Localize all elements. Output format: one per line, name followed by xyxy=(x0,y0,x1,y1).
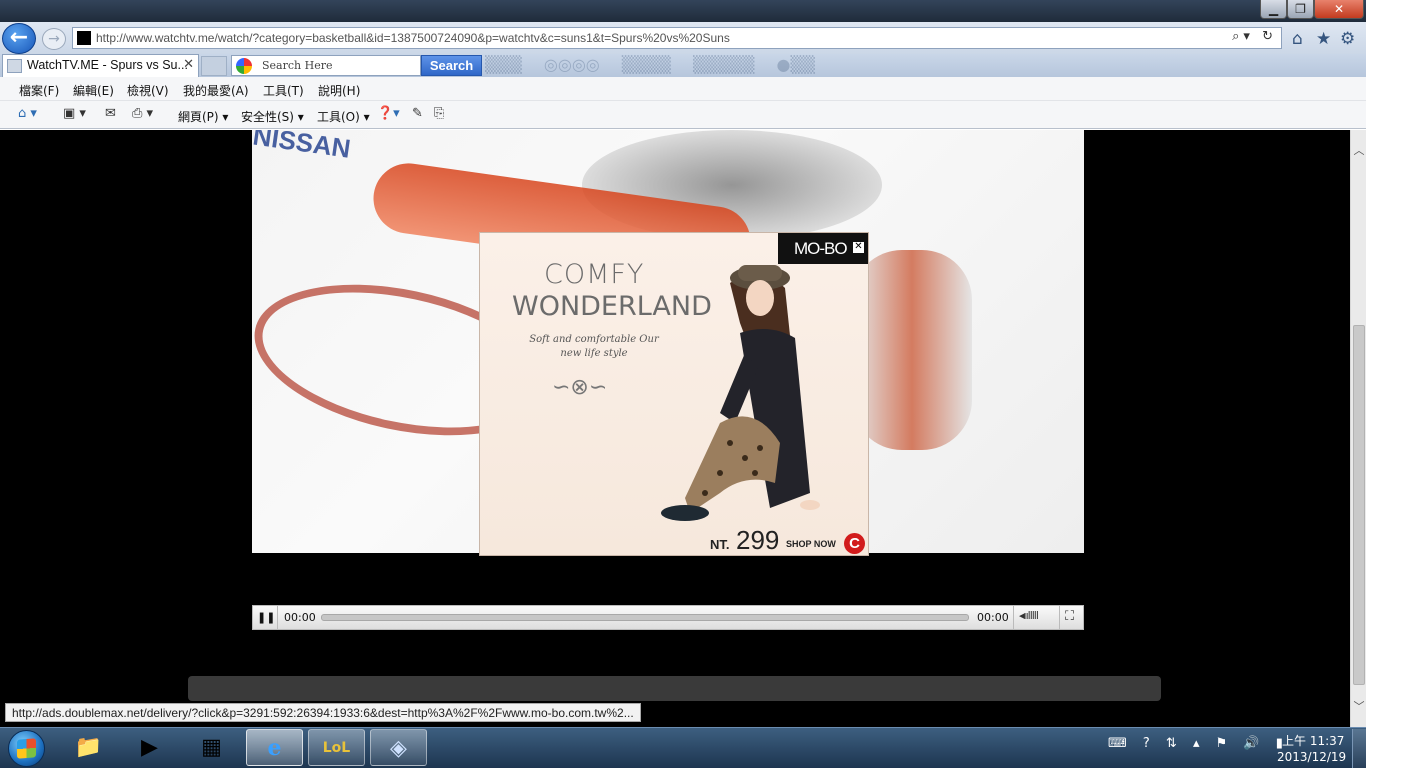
ad-shop-now-link[interactable]: SHOP NOW xyxy=(786,539,836,549)
media-player-taskbar-icon[interactable]: ▶ xyxy=(121,729,178,766)
address-bar[interactable]: http://www.watchtv.me/watch/?category=ba… xyxy=(72,27,1282,49)
faded-link-icon: ▒▒▒▒▒ xyxy=(692,55,755,74)
internet-explorer-taskbar-icon[interactable]: e xyxy=(246,729,303,766)
page-menu-label: 網頁(P) xyxy=(178,110,219,124)
pause-icon[interactable]: ❚❚ xyxy=(257,610,275,626)
google-logo-faded-icon: ◎◎◎◎ xyxy=(543,55,600,74)
ad-flourish-icon: ∽⊗∽ xyxy=(552,375,608,400)
desktop-edge xyxy=(1366,0,1417,768)
home-icon[interactable]: ⌂ xyxy=(1292,29,1303,49)
show-desktop-button[interactable] xyxy=(1352,729,1366,768)
toolbar-faded-links: ▒▒▒ ◎◎◎◎ ▒▒▒▒ ▒▒▒▒▒ ●▒▒ xyxy=(485,55,965,77)
menu-edit[interactable]: 編輯(E) xyxy=(73,82,114,99)
help-icon[interactable]: ❓▾ xyxy=(377,106,400,121)
ad-tagline: Soft and comfortable Our new life style xyxy=(529,334,659,359)
status-link-url: http://ads.doublemax.net/delivery/?click… xyxy=(5,703,641,722)
back-button[interactable]: ← xyxy=(2,23,36,54)
explorer-taskbar-icon[interactable]: 📁 xyxy=(60,729,117,766)
menu-help[interactable]: 說明(H) xyxy=(318,82,360,99)
tab-close-icon[interactable]: ✕ xyxy=(183,57,194,72)
rss-feed-icon[interactable]: ▣ ▾ xyxy=(63,106,86,121)
forward-button[interactable]: → xyxy=(42,28,66,50)
tools-menu-label: 工具(O) xyxy=(317,110,360,124)
video-frame-logo: NISSAN xyxy=(252,130,353,164)
scroll-down-icon[interactable]: ﹀ xyxy=(1351,698,1367,714)
app2-taskbar-icon[interactable]: ◈ xyxy=(370,729,427,766)
home-command-icon[interactable]: ⌂ ▾ xyxy=(18,106,37,121)
volume-icon[interactable]: ◂ıılllll xyxy=(1019,609,1039,622)
control-divider xyxy=(1013,606,1014,629)
faded-link-icon: ●▒▒ xyxy=(776,55,816,74)
system-tray-icons[interactable]: ⌨ ? ⇅ ▴ ⚑ 🔊 ▮ xyxy=(1108,736,1289,751)
ad-c-logo-icon: C xyxy=(844,533,865,554)
search-button[interactable]: Search xyxy=(421,55,482,76)
clock-time[interactable]: 上午 11:37 xyxy=(1282,732,1344,749)
windows-logo-icon xyxy=(17,738,36,759)
site-favicon-icon xyxy=(77,31,91,45)
translate-icon[interactable]: ⎘ xyxy=(434,106,444,121)
tools-menu[interactable]: 工具(O) ▾ xyxy=(317,108,370,125)
ad-model-image xyxy=(661,265,820,521)
menu-view[interactable]: 檢視(V) xyxy=(127,82,169,99)
close-window-button[interactable]: ✕ xyxy=(1314,0,1364,19)
clock-date[interactable]: 2013/12/19 xyxy=(1277,750,1346,764)
page-menu[interactable]: 網頁(P) ▾ xyxy=(178,108,228,125)
fullscreen-icon[interactable]: ⛶ xyxy=(1065,609,1074,624)
video-frame-shape xyxy=(852,250,972,450)
scroll-up-icon[interactable]: ︿ xyxy=(1351,142,1367,158)
favorites-star-icon[interactable]: ★ xyxy=(1316,29,1331,49)
ad-price-prefix: NT. xyxy=(710,537,730,552)
mail-icon[interactable]: ✉ xyxy=(105,106,116,121)
faded-link-icon: ▒▒▒▒ xyxy=(621,55,671,74)
screen: ▁ ❐ ✕ ← → http://www.watchtv.me/watch/?c… xyxy=(0,0,1417,768)
menu-tools[interactable]: 工具(T) xyxy=(263,82,304,99)
gear-icon[interactable]: ⚙ xyxy=(1340,29,1355,49)
scrollbar-thumb[interactable] xyxy=(1353,325,1365,685)
player-controls: ❚❚ 00:00 00:00 ◂ıılllll ⛶ xyxy=(252,605,1084,630)
total-time: 00:00 xyxy=(977,611,1009,624)
control-divider xyxy=(277,606,278,629)
page-content: NISSAN MO-BO ✕ COMFY WONDERLAND Soft and… xyxy=(0,130,1350,727)
tab-watchtv[interactable]: WatchTV.ME - Spurs vs Su... ✕ xyxy=(2,54,199,77)
toolbar-search-input[interactable]: Search Here xyxy=(231,55,421,76)
menu-file[interactable]: 檔案(F) xyxy=(19,82,59,99)
control-divider xyxy=(1059,606,1060,629)
address-actions-icon[interactable]: ⌕▾ ↻ xyxy=(1232,29,1277,44)
restore-button[interactable]: ❐ xyxy=(1287,0,1314,19)
seek-bar[interactable] xyxy=(321,614,969,621)
safety-menu-label: 安全性(S) xyxy=(241,110,294,124)
search-placeholder: Search Here xyxy=(262,59,333,72)
tab-title: WatchTV.ME - Spurs vs Su... xyxy=(27,58,188,72)
vertical-scrollbar[interactable]: ︿ ﹀ xyxy=(1350,130,1366,727)
new-tab-button[interactable] xyxy=(201,56,227,76)
ad-banner[interactable]: MO-BO ✕ COMFY WONDERLAND Soft and comfor… xyxy=(479,232,869,556)
url-text[interactable]: http://www.watchtv.me/watch/?category=ba… xyxy=(96,31,730,45)
menu-favorites[interactable]: 我的最愛(A) xyxy=(183,82,249,99)
ad-price: 299 xyxy=(736,525,780,555)
current-time: 00:00 xyxy=(284,611,316,624)
research-icon[interactable]: ✎ xyxy=(412,106,423,121)
page-gray-bar xyxy=(188,676,1161,701)
google-icon[interactable] xyxy=(236,58,252,74)
lol-taskbar-icon[interactable]: LoL xyxy=(308,729,365,766)
app-taskbar-icon[interactable]: ▦ xyxy=(183,729,240,766)
ad-headline: COMFY xyxy=(544,259,645,290)
faded-link-icon: ▒▒▒ xyxy=(485,55,522,74)
title-bar xyxy=(0,0,1366,22)
tab-favicon-icon xyxy=(7,59,22,73)
print-icon[interactable]: ⎙ ▾ xyxy=(132,106,153,121)
minimize-button[interactable]: ▁ xyxy=(1260,0,1287,19)
safety-menu[interactable]: 安全性(S) ▾ xyxy=(241,108,304,125)
